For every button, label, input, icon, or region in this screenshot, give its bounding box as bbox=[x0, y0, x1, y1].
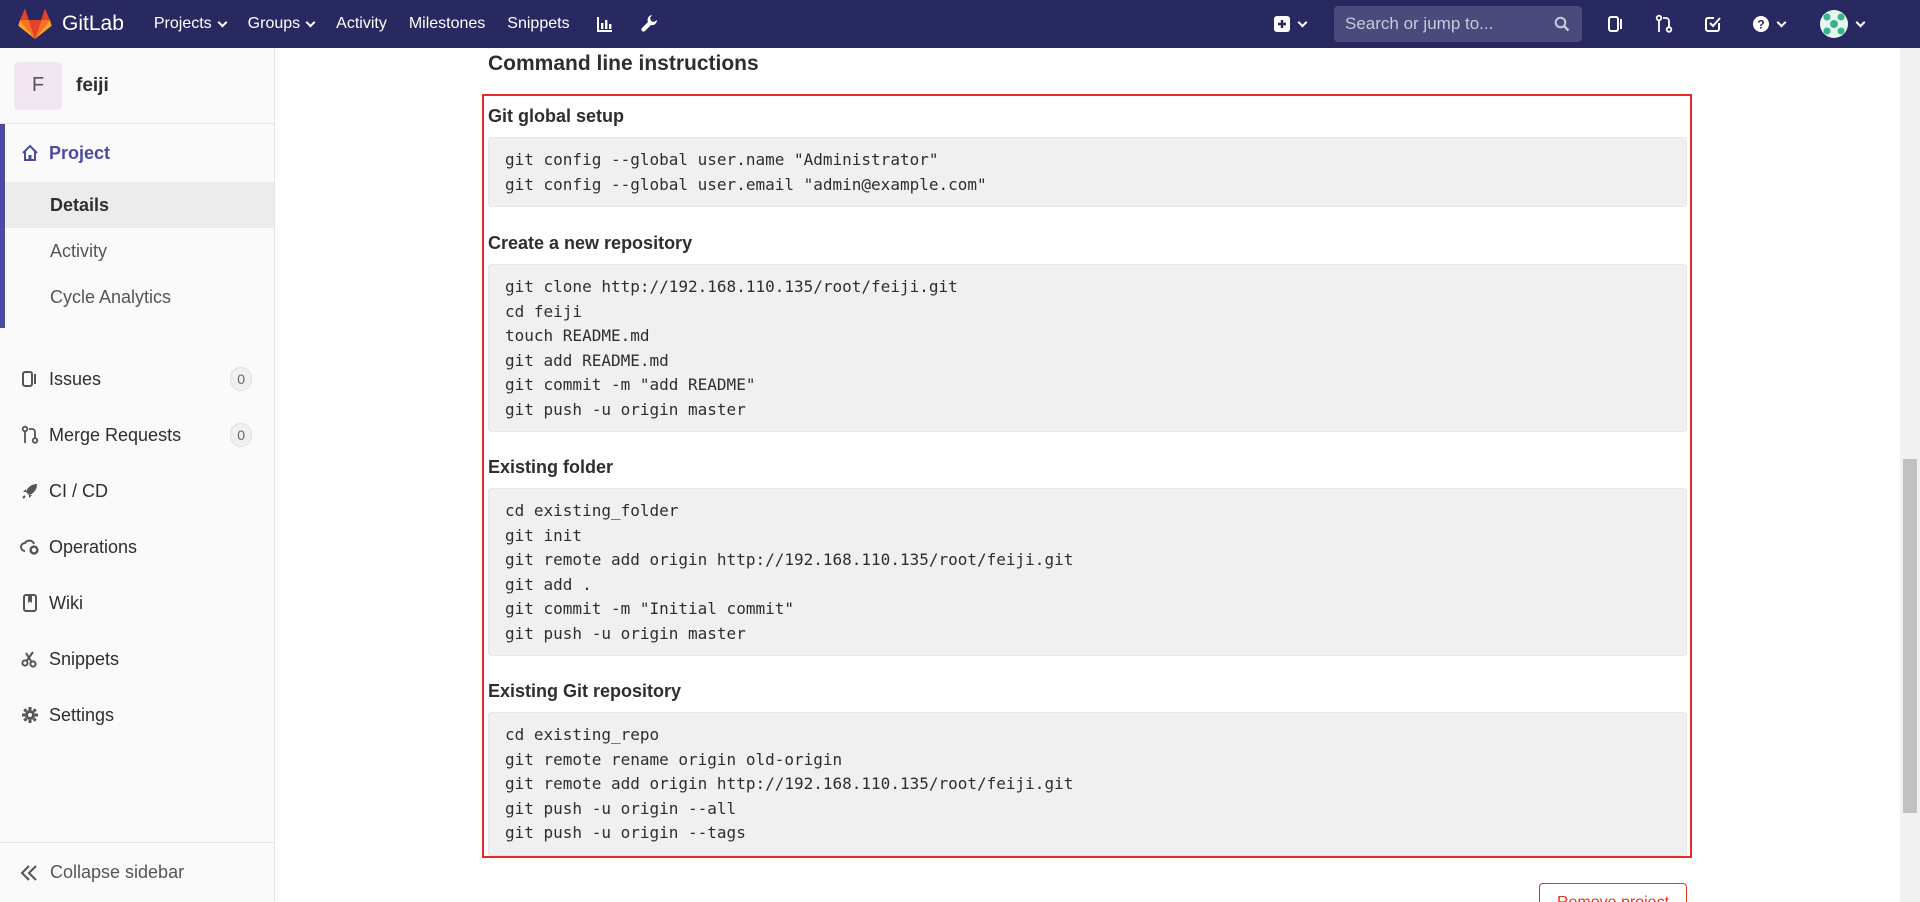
search-field[interactable] bbox=[1334, 6, 1582, 42]
issues-count-badge: 0 bbox=[230, 367, 252, 391]
code-line: cd feiji bbox=[505, 301, 583, 321]
user-avatar-icon bbox=[1820, 10, 1848, 38]
nav-activity[interactable]: Activity bbox=[336, 0, 387, 48]
code-line: git add README.md bbox=[505, 350, 669, 370]
page-scrollbar[interactable] bbox=[1900, 48, 1920, 902]
gear-icon bbox=[20, 705, 40, 725]
code-line: git push -u origin master bbox=[505, 399, 746, 419]
new-item-dropdown[interactable] bbox=[1274, 0, 1308, 48]
issues-icon bbox=[1608, 16, 1622, 32]
todo-check-icon bbox=[1705, 17, 1721, 32]
main-content: Command line instructions Git global set… bbox=[276, 48, 1900, 902]
double-chevron-left-icon bbox=[20, 864, 38, 887]
sidebar-subitem-activity[interactable]: Activity bbox=[5, 228, 274, 274]
sidebar-subitem-cycle-analytics[interactable]: Cycle Analytics bbox=[5, 274, 274, 320]
sidebar-subitem-details[interactable]: Details bbox=[5, 182, 274, 228]
merge-requests-nav-button[interactable] bbox=[1655, 0, 1673, 48]
rocket-icon bbox=[20, 481, 40, 501]
merge-requests-count-badge: 0 bbox=[230, 423, 252, 447]
section-title-existing-folder: Existing folder bbox=[488, 457, 614, 477]
section-title-new-repository: Create a new repository bbox=[488, 233, 693, 253]
help-dropdown[interactable]: ? bbox=[1752, 0, 1787, 48]
code-block-existing-folder[interactable]: cd existing_folder git init git remote a… bbox=[488, 488, 1687, 656]
code-line: cd existing_repo bbox=[505, 725, 660, 744]
todos-nav-button[interactable] bbox=[1704, 0, 1722, 48]
plus-square-icon bbox=[1274, 16, 1290, 32]
section-title-existing-git-repo: Existing Git repository bbox=[488, 681, 682, 701]
project-sidebar: F feiji Project Details Activity Cycle A… bbox=[0, 48, 275, 902]
code-line: git config --global user.name "Administr… bbox=[505, 150, 939, 169]
code-block-global-setup[interactable]: git config --global user.name "Administr… bbox=[488, 137, 1687, 207]
code-block-existing-git-repo[interactable]: cd existing_repo git remote rename origi… bbox=[488, 712, 1687, 856]
gitlab-logo-icon bbox=[18, 8, 52, 40]
nav-milestones[interactable]: Milestones bbox=[409, 0, 485, 48]
gitlab-home-link[interactable]: GitLab bbox=[18, 0, 124, 48]
collapse-sidebar-label: Collapse sidebar bbox=[50, 862, 185, 882]
chevron-down-icon bbox=[1776, 17, 1787, 27]
sidebar-item-ci-cd[interactable]: CI / CD bbox=[0, 470, 274, 512]
code-line: git remote add origin http://192.168.110… bbox=[505, 774, 1074, 793]
wrench-icon[interactable] bbox=[640, 0, 658, 48]
remove-project-button[interactable]: Remove project bbox=[1539, 883, 1687, 902]
svg-text:?: ? bbox=[1757, 18, 1764, 32]
scissors-icon bbox=[20, 649, 40, 669]
merge-request-icon bbox=[1655, 14, 1673, 33]
sidebar-item-issues[interactable]: Issues 0 bbox=[0, 358, 274, 400]
sidebar-item-settings[interactable]: Settings bbox=[0, 694, 274, 736]
top-navbar: GitLab Projects Groups Activity Mileston… bbox=[0, 0, 1920, 48]
code-line: git add . bbox=[505, 574, 592, 594]
scrollbar-thumb[interactable] bbox=[1903, 459, 1917, 813]
page-section-title: Command line instructions bbox=[488, 52, 759, 75]
issues-nav-button[interactable] bbox=[1607, 0, 1625, 48]
code-line: git remote add origin http://192.168.110… bbox=[505, 550, 1074, 569]
collapse-sidebar-button[interactable]: Collapse sidebar bbox=[0, 842, 274, 902]
nav-projects[interactable]: Projects bbox=[154, 0, 228, 48]
project-header[interactable]: F feiji bbox=[0, 48, 274, 124]
cloud-gear-icon bbox=[20, 537, 40, 557]
chart-bar-icon[interactable] bbox=[596, 0, 614, 48]
code-line: git commit -m "add README" bbox=[505, 375, 756, 394]
code-line: git clone http://192.168.110.135/root/fe… bbox=[505, 277, 958, 296]
brand-name: GitLab bbox=[62, 12, 124, 35]
merge-request-icon bbox=[20, 425, 40, 445]
code-line: git push -u origin master bbox=[505, 623, 746, 643]
code-line: cd existing_folder bbox=[505, 501, 679, 520]
search-input[interactable] bbox=[1345, 14, 1555, 34]
chevron-down-icon bbox=[217, 17, 228, 27]
code-line: git push -u origin --all bbox=[505, 798, 737, 818]
code-line: git init bbox=[505, 525, 583, 545]
project-avatar: F bbox=[14, 61, 62, 110]
sidebar-item-wiki[interactable]: Wiki bbox=[0, 582, 274, 624]
code-line: git commit -m "Initial commit" bbox=[505, 599, 794, 618]
chevron-down-icon bbox=[1855, 17, 1866, 27]
code-line: git remote rename origin old-origin bbox=[505, 749, 843, 769]
user-menu-dropdown[interactable] bbox=[1820, 0, 1866, 48]
home-icon bbox=[20, 143, 40, 163]
book-icon bbox=[20, 593, 40, 613]
sidebar-item-merge-requests[interactable]: Merge Requests 0 bbox=[0, 414, 274, 456]
code-block-new-repository[interactable]: git clone http://192.168.110.135/root/fe… bbox=[488, 264, 1687, 432]
section-title-global-setup: Git global setup bbox=[488, 106, 625, 126]
nav-snippets[interactable]: Snippets bbox=[507, 0, 569, 48]
project-name: feiji bbox=[76, 74, 109, 96]
chevron-down-icon bbox=[305, 17, 316, 27]
chevron-down-icon bbox=[1297, 17, 1308, 27]
code-line: git config --global user.email "admin@ex… bbox=[505, 174, 987, 194]
code-line: git push -u origin --tags bbox=[505, 823, 746, 842]
code-line: touch README.md bbox=[505, 326, 650, 345]
sidebar-item-operations[interactable]: Operations bbox=[0, 526, 274, 568]
search-icon bbox=[1554, 16, 1570, 32]
nav-groups[interactable]: Groups bbox=[248, 0, 316, 48]
project-section: Project Details Activity Cycle Analytics bbox=[0, 124, 274, 328]
sidebar-item-project[interactable]: Project bbox=[0, 124, 274, 182]
sidebar-item-snippets[interactable]: Snippets bbox=[0, 638, 274, 680]
issues-icon bbox=[20, 369, 40, 389]
help-icon: ? bbox=[1753, 16, 1769, 32]
